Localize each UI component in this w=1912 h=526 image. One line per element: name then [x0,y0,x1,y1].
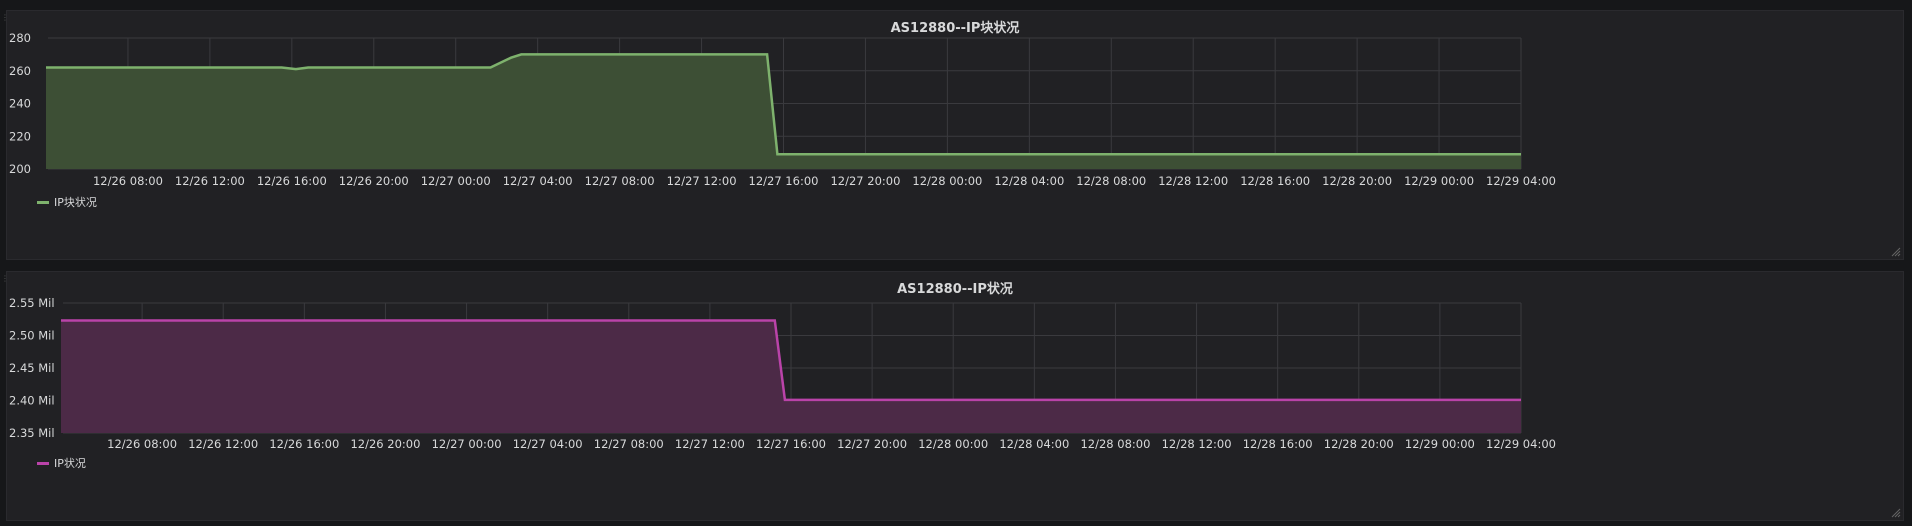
resize-handle-icon[interactable] [1891,247,1901,257]
x-tick-label: 12/29 04:00 [1486,174,1556,188]
chart-ips: 2.35 Mil 2.40 Mil 2.45 Mil 2.50 Mil 2.55 Mil… [9,296,1556,451]
x-tick-label: 12/28 00:00 [918,437,988,451]
x-tick-label: 12/27 16:00 [756,437,826,451]
x-tick-label: 12/27 08:00 [585,174,655,188]
resize-handle-icon[interactable] [1891,508,1901,518]
x-tick-label: 12/28 12:00 [1162,437,1232,451]
x-tick-label: 12/27 04:00 [513,437,583,451]
x-tick-label: 12/28 08:00 [1076,174,1146,188]
y-tick-label: 200 [9,162,31,176]
y-tick-label: 280 [9,31,31,45]
drag-handle-icon[interactable]: ⋮ [1,275,9,289]
x-tick-label: 12/27 16:00 [749,174,819,188]
x-tick-label: 12/26 12:00 [175,174,245,188]
x-tick-label: 12/28 04:00 [999,437,1069,451]
y-tick-label: 2.45 Mil [9,361,55,375]
y-tick-label: 240 [9,97,31,111]
y-tick-label: 260 [9,64,31,78]
legend-label: IP块状况 [54,196,97,209]
y-tick-label: 220 [9,129,31,143]
x-tick-label: 12/28 00:00 [912,174,982,188]
x-tick-label: 12/28 12:00 [1158,174,1228,188]
drag-handle-icon[interactable]: ⋮ [1,14,9,28]
x-tick-label: 12/26 20:00 [350,437,420,451]
y-tick-label: 2.40 Mil [9,394,55,408]
chart-ip-blocks: 200 220 240 260 280 12/26 08:00 12/26 12:00 12/… [9,31,1556,188]
legend-swatch-icon [37,461,49,465]
x-tick-label: 12/27 04:00 [503,174,573,188]
legend-swatch-icon [37,200,49,204]
x-tick-label: 12/27 00:00 [421,174,491,188]
x-tick-label: 12/26 08:00 [107,437,177,451]
x-tick-label: 12/27 20:00 [837,437,907,451]
x-tick-label: 12/28 16:00 [1243,437,1313,451]
legend-label: IP状况 [54,457,86,470]
x-tick-label: 12/27 00:00 [432,437,502,451]
x-tick-label: 12/28 08:00 [1080,437,1150,451]
graph-panel-ips[interactable]: ⋮ AS12880--IP状况 2.35 Mil 2.40 Mil 2.45 Mil… [1,271,1904,521]
x-tick-label: 12/26 08:00 [93,174,163,188]
x-tick-label: 12/27 12:00 [667,174,737,188]
x-tick-label: 12/27 08:00 [594,437,664,451]
x-tick-label: 12/27 12:00 [675,437,745,451]
x-tick-label: 12/29 04:00 [1486,437,1556,451]
y-tick-label: 2.50 Mil [9,329,55,343]
x-tick-label: 12/29 00:00 [1404,174,1474,188]
y-tick-label: 2.35 Mil [9,426,55,440]
x-tick-label: 12/26 16:00 [257,174,327,188]
x-tick-label: 12/28 20:00 [1324,437,1394,451]
legend-item[interactable]: IP块状况 [37,194,97,210]
x-tick-label: 12/28 16:00 [1240,174,1310,188]
x-tick-label: 12/26 20:00 [339,174,409,188]
x-tick-label: 12/29 00:00 [1405,437,1475,451]
y-tick-label: 2.55 Mil [9,296,55,310]
x-tick-label: 12/27 20:00 [830,174,900,188]
x-tick-label: 12/28 04:00 [994,174,1064,188]
x-tick-label: 12/26 16:00 [269,437,339,451]
x-tick-label: 12/28 20:00 [1322,174,1392,188]
x-tick-label: 12/26 12:00 [188,437,258,451]
graph-panel-ip-blocks[interactable]: ⋮ AS12880--IP块状况 200 220 240 260 280 12/26 08… [1,10,1904,260]
legend-item[interactable]: IP状况 [37,455,86,471]
